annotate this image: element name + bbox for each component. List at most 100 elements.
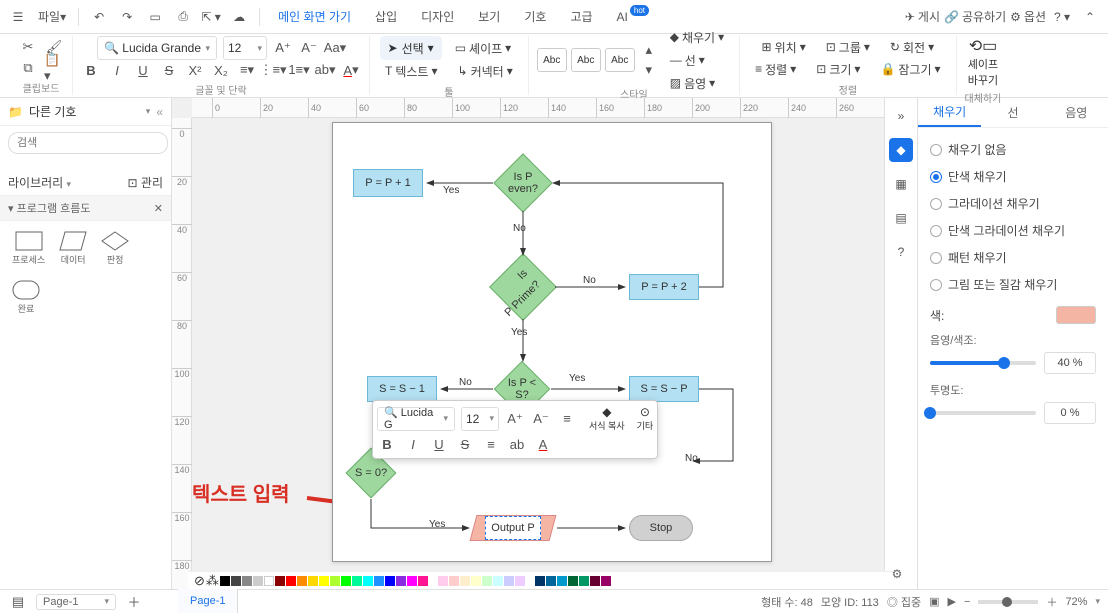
mini-align-icon[interactable]: ≡ xyxy=(557,409,577,429)
change-case-icon[interactable]: Aa▾ xyxy=(325,38,345,58)
fit-window-icon[interactable]: ▣ xyxy=(929,595,939,608)
style-prev-icon[interactable]: ▴ xyxy=(639,40,659,60)
mini-decrease-font-icon[interactable]: A⁻ xyxy=(531,409,551,429)
print-icon[interactable]: ⎙ xyxy=(171,5,195,29)
collapse-left-icon[interactable]: « xyxy=(156,105,163,119)
right-tab-shadow[interactable]: 음영 xyxy=(1045,98,1108,127)
shape-terminator[interactable]: 완료 xyxy=(12,280,40,315)
save-icon[interactable]: ▭ xyxy=(143,5,167,29)
color-palette-bar[interactable]: ⊘ ⁂ xyxy=(188,571,894,589)
add-page-button[interactable]: ＋ xyxy=(124,592,144,612)
shape-tool[interactable]: ▭ 셰이프 ▾ xyxy=(448,37,519,59)
italic-button[interactable]: I xyxy=(107,60,127,80)
underline-button[interactable]: U xyxy=(133,60,153,80)
menu-icon[interactable]: ☰ xyxy=(6,5,30,29)
tab-ai[interactable]: AIhot xyxy=(607,0,659,34)
floating-text-toolbar[interactable]: 🔍 Lucida G▾ 12▾ A⁺ A⁻ ≡ ◆서식 복사 ⊙기타 B I U… xyxy=(372,400,658,459)
font-size-select[interactable]: 12▾ xyxy=(223,36,267,60)
mini-highlight[interactable]: ab xyxy=(507,434,527,454)
mini-font-color[interactable]: A xyxy=(533,434,553,454)
collapse-ribbon-icon[interactable]: ⌃ xyxy=(1078,5,1102,29)
tab-advanced[interactable]: 고급 xyxy=(560,0,602,34)
font-color-icon[interactable]: A▾ xyxy=(341,60,361,80)
mini-underline[interactable]: U xyxy=(429,434,449,454)
style-preset-1[interactable]: Abc xyxy=(537,48,567,72)
shape-process[interactable]: 프로세스 xyxy=(12,231,45,266)
bullets-icon[interactable]: ⋮≡▾ xyxy=(263,60,283,80)
tab-symbols[interactable]: 기호 xyxy=(514,0,556,34)
mini-italic[interactable]: I xyxy=(403,434,423,454)
help-icon[interactable]: ? ▾ xyxy=(1050,5,1074,29)
mini-font-select[interactable]: 🔍 Lucida G▾ xyxy=(377,407,455,431)
publish-button[interactable]: ✈게시 xyxy=(905,5,940,29)
focus-mode-button[interactable]: ◎ 집중 xyxy=(887,594,921,610)
mini-more[interactable]: ⊙기타 xyxy=(637,405,654,432)
shade-value[interactable]: 40 % xyxy=(1044,352,1096,374)
fill-solid[interactable]: 단색 채우기 xyxy=(930,163,1096,190)
shade-slider[interactable] xyxy=(930,361,1036,365)
pages-list-icon[interactable]: ▤ xyxy=(8,592,28,612)
mini-size-select[interactable]: 12▾ xyxy=(461,407,499,431)
line-spacing-icon[interactable]: ≡▾ xyxy=(237,60,257,80)
fill-solid-gradient[interactable]: 단색 그라데이션 채우기 xyxy=(930,217,1096,244)
help-panel-icon[interactable]: ? xyxy=(889,240,913,264)
align-button[interactable]: ≡ 정렬 ▾ xyxy=(748,58,803,80)
zoom-slider[interactable] xyxy=(978,600,1038,604)
opacity-value[interactable]: 0 % xyxy=(1044,402,1096,424)
manage-link[interactable]: ⊡ 관리 xyxy=(128,174,163,191)
highlight-icon[interactable]: ab▾ xyxy=(315,60,335,80)
replace-shape-button[interactable]: ⟲▭ 셰이프 바꾸기 xyxy=(968,36,998,88)
subscript-button[interactable]: X₂ xyxy=(211,60,231,80)
right-tab-line[interactable]: 선 xyxy=(981,98,1044,127)
tab-design[interactable]: 디자인 xyxy=(411,0,464,34)
options-button[interactable]: ⚙옵션 xyxy=(1010,5,1046,29)
file-menu[interactable]: 파일 ▾ xyxy=(34,5,70,29)
fill-gradient[interactable]: 그라데이션 채우기 xyxy=(930,190,1096,217)
strike-button[interactable]: S xyxy=(159,60,179,80)
fill-pattern[interactable]: 패턴 채우기 xyxy=(930,244,1096,271)
share-button[interactable]: 🔗공유하기 xyxy=(944,5,1006,29)
mini-increase-font-icon[interactable]: A⁺ xyxy=(505,409,525,429)
style-preset-2[interactable]: Abc xyxy=(571,48,601,72)
shape-decision[interactable]: 판정 xyxy=(101,231,129,266)
connector-tool[interactable]: ↳ 커넥터 ▾ xyxy=(451,60,520,82)
bold-button[interactable]: B xyxy=(81,60,101,80)
right-tab-fill[interactable]: 채우기 xyxy=(918,98,981,127)
font-family-select[interactable]: 🔍 Lucida Grande▾ xyxy=(97,36,217,60)
no-color-icon[interactable]: ⊘ xyxy=(194,573,205,589)
expand-right-icon[interactable]: » xyxy=(889,104,913,128)
size-button[interactable]: ⊡ 크기 ▾ xyxy=(809,58,867,80)
opacity-slider[interactable] xyxy=(930,411,1036,415)
page-select[interactable]: Page-1▾ xyxy=(36,594,116,610)
tab-view[interactable]: 보기 xyxy=(468,0,510,34)
color-swatch[interactable] xyxy=(1056,306,1096,324)
mini-bullets[interactable]: ≡ xyxy=(481,434,501,454)
fill-picture[interactable]: 그림 또는 질감 채우기 xyxy=(930,271,1096,298)
mini-bold[interactable]: B xyxy=(377,434,397,454)
mini-format-painter[interactable]: ◆서식 복사 xyxy=(589,405,625,432)
text-tool[interactable]: T 텍스트 ▾ xyxy=(378,60,445,82)
fill-none[interactable]: 채우기 없음 xyxy=(930,136,1096,163)
export-icon[interactable]: ⇱ ▾ xyxy=(199,5,223,29)
select-tool[interactable]: ➤ 선택 ▾ xyxy=(380,36,442,60)
canvas-page[interactable]: P = P + 1 Is P even? IsP Prime? P = P + … xyxy=(332,122,772,562)
fill-panel-icon[interactable]: ◆ xyxy=(889,138,913,162)
cloud-icon[interactable]: ☁ xyxy=(227,5,251,29)
line-button[interactable]: — 선 ▾ xyxy=(663,49,731,71)
numbering-icon[interactable]: 1≡▾ xyxy=(289,60,309,80)
redo-icon[interactable]: ↷ xyxy=(115,5,139,29)
tab-insert[interactable]: 삽입 xyxy=(365,0,407,34)
undo-icon[interactable]: ↶ xyxy=(87,5,111,29)
style-next-icon[interactable]: ▾ xyxy=(639,60,659,80)
tab-home[interactable]: 메인 화면 가기 xyxy=(268,0,361,34)
presentation-icon[interactable]: ▶ xyxy=(948,595,956,608)
paste-icon[interactable]: 📋▾ xyxy=(44,58,64,78)
eyedropper-icon[interactable]: ⁂ xyxy=(206,573,219,589)
close-category-icon[interactable]: ✕ xyxy=(154,202,163,215)
fill-button[interactable]: ◆ 채우기 ▾ xyxy=(663,26,731,48)
category-header[interactable]: ▾ 프로그램 흐름도 ✕ xyxy=(0,195,171,221)
rotate-button[interactable]: ↻ 회전 ▾ xyxy=(883,36,941,58)
zoom-in-icon[interactable]: ＋ xyxy=(1046,594,1057,610)
decrease-font-icon[interactable]: A⁻ xyxy=(299,38,319,58)
position-button[interactable]: ⊞ 위치 ▾ xyxy=(755,36,813,58)
